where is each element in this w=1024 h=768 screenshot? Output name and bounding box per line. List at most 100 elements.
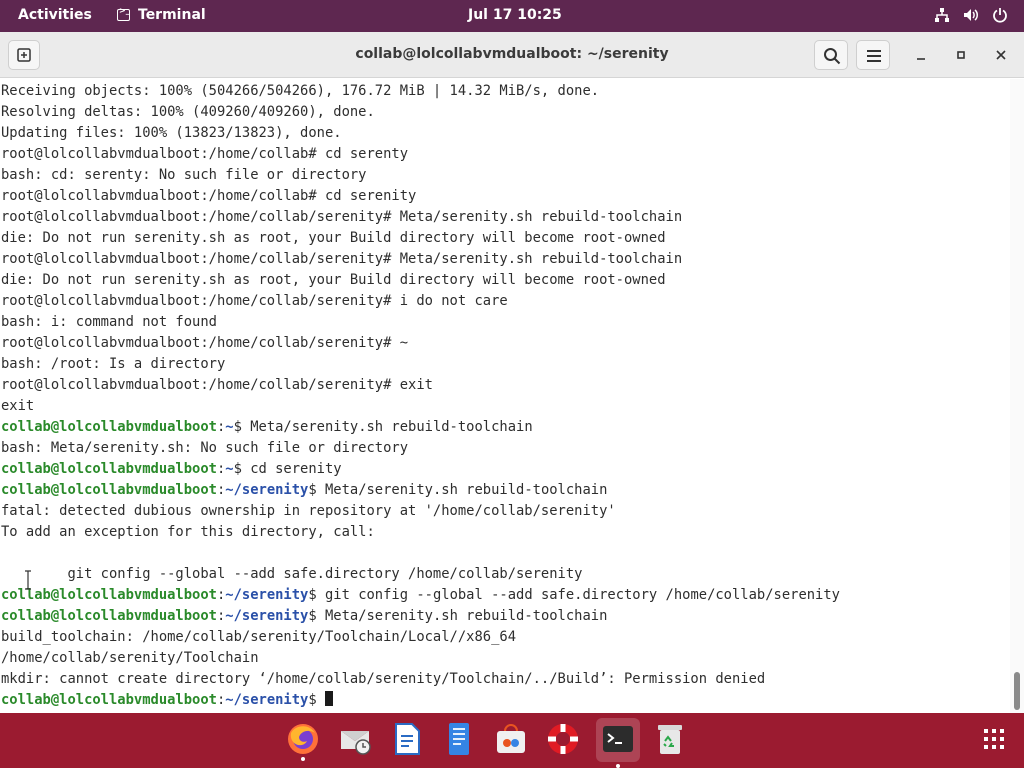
prompt-path: ~/serenity	[225, 692, 309, 708]
app-menu[interactable]: Terminal	[117, 6, 206, 23]
line-text: die: Do not run serenity.sh as root, you…	[1, 272, 666, 288]
terminal-app-icon	[117, 6, 130, 21]
terminal-line: bash: cd: serenty: No such file or direc…	[1, 165, 840, 186]
show-applications-icon[interactable]	[976, 721, 1012, 757]
trash-icon[interactable]	[652, 721, 688, 757]
search-button[interactable]	[814, 40, 848, 70]
terminal-line: To add an exception for this directory, …	[1, 522, 840, 543]
help-icon[interactable]	[545, 721, 581, 757]
line-text: root@lolcollabvmdualboot:/home/collab/se…	[1, 293, 508, 309]
minimize-icon	[917, 58, 925, 60]
terminal-cursor	[324, 691, 333, 706]
terminal-line: Resolving deltas: 100% (409260/409260), …	[1, 102, 840, 123]
prompt-user: collab@lolcollabvmdualboot	[1, 587, 217, 603]
dock	[0, 713, 1024, 768]
line-text: $ git config --global --add safe.directo…	[308, 587, 840, 603]
system-tray[interactable]	[934, 7, 1008, 23]
terminal-lines: Receiving objects: 100% (504266/504266),…	[1, 81, 840, 711]
terminal-line: die: Do not run serenity.sh as root, you…	[1, 270, 840, 291]
line-text: Updating files: 100% (13823/13823), done…	[1, 125, 342, 141]
line-text: die: Do not run serenity.sh as root, you…	[1, 230, 666, 246]
terminal-line: collab@lolcollabvmdualboot:~/serenity$ M…	[1, 480, 840, 501]
line-text: bash: i: command not found	[1, 314, 217, 330]
prompt-path: ~/serenity	[225, 587, 309, 603]
terminal-line: root@lolcollabvmdualboot:/home/collab/se…	[1, 375, 840, 396]
terminal-line: root@lolcollabvmdualboot:/home/collab/se…	[1, 333, 840, 354]
network-icon[interactable]	[934, 7, 950, 23]
line-text: root@lolcollabvmdualboot:/home/collab# c…	[1, 146, 409, 162]
line-text: root@lolcollabvmdualboot:/home/collab/se…	[1, 209, 683, 225]
menu-button[interactable]	[856, 40, 890, 70]
volume-icon[interactable]	[962, 7, 980, 23]
line-text: Receiving objects: 100% (504266/504266),…	[1, 83, 600, 99]
line-text: git config --global --add safe.directory…	[1, 566, 583, 582]
line-text: root@lolcollabvmdualboot:/home/collab# c…	[1, 188, 417, 204]
terminal-line: collab@lolcollabvmdualboot:~$ cd serenit…	[1, 459, 840, 480]
terminal-line: die: Do not run serenity.sh as root, you…	[1, 228, 840, 249]
top-bar: Activities Terminal Jul 17 10:25	[0, 0, 1024, 32]
terminal-line: collab@lolcollabvmdualboot:~$ Meta/seren…	[1, 417, 840, 438]
scrollbar-thumb[interactable]	[1014, 672, 1020, 710]
thunderbird-icon[interactable]	[337, 721, 373, 757]
maximize-icon	[957, 51, 965, 59]
terminal-line: root@lolcollabvmdualboot:/home/collab/se…	[1, 249, 840, 270]
line-text: $ Meta/serenity.sh rebuild-toolchain	[233, 419, 533, 435]
close-icon	[996, 50, 1006, 60]
terminal-line: /home/collab/serenity/Toolchain	[1, 648, 840, 669]
prompt-user: collab@lolcollabvmdualboot	[1, 692, 217, 708]
terminal-line: mkdir: cannot create directory ‘/home/co…	[1, 669, 840, 690]
prompt-user: collab@lolcollabvmdualboot	[1, 419, 217, 435]
line-text: To add an exception for this directory, …	[1, 524, 375, 540]
line-text: root@lolcollabvmdualboot:/home/collab/se…	[1, 251, 683, 267]
terminal-line: bash: Meta/serenity.sh: No such file or …	[1, 438, 840, 459]
window-header: collab@lolcollabvmdualboot: ~/serenity	[0, 32, 1024, 78]
power-icon[interactable]	[992, 7, 1008, 23]
line-text: fatal: detected dubious ownership in rep…	[1, 503, 616, 519]
line-text: root@lolcollabvmdualboot:/home/collab/se…	[1, 377, 433, 393]
line-text: $ Meta/serenity.sh rebuild-toolchain	[308, 608, 608, 624]
line-text: build_toolchain: /home/collab/serenity/T…	[1, 629, 516, 645]
terminal-line: collab@lolcollabvmdualboot:~/serenity$ g…	[1, 585, 840, 606]
maximize-button[interactable]	[949, 43, 973, 67]
prompt-path: ~	[225, 461, 234, 477]
prompt-user: collab@lolcollabvmdualboot	[1, 482, 217, 498]
terminal-line: Updating files: 100% (13823/13823), done…	[1, 123, 840, 144]
line-text: bash: Meta/serenity.sh: No such file or …	[1, 440, 409, 456]
terminal-line: collab@lolcollabvmdualboot:~/serenity$	[1, 690, 840, 711]
firefox-icon[interactable]	[285, 721, 321, 761]
prompt-path: ~	[225, 419, 234, 435]
libreoffice-writer-icon[interactable]	[389, 721, 425, 757]
terminal-line: root@lolcollabvmdualboot:/home/collab/se…	[1, 291, 840, 312]
terminal-line: bash: /root: Is a directory	[1, 354, 840, 375]
line-text: bash: cd: serenty: No such file or direc…	[1, 167, 367, 183]
close-button[interactable]	[989, 43, 1013, 67]
prompt-user: collab@lolcollabvmdualboot	[1, 608, 217, 624]
running-indicator	[616, 764, 620, 768]
hamburger-icon	[867, 50, 881, 62]
clock[interactable]: Jul 17 10:25	[468, 7, 562, 23]
scrollbar[interactable]	[1010, 79, 1024, 713]
terminal-line: Receiving objects: 100% (504266/504266),…	[1, 81, 840, 102]
text-editor-icon[interactable]	[441, 721, 477, 757]
line-text: $	[308, 692, 325, 708]
line-text: $ cd serenity	[233, 461, 342, 477]
search-icon	[824, 48, 841, 65]
terminal-line: root@lolcollabvmdualboot:/home/collab# c…	[1, 186, 840, 207]
minimize-button[interactable]	[909, 43, 933, 67]
terminal-line: exit	[1, 396, 840, 417]
prompt-user: collab@lolcollabvmdualboot	[1, 461, 217, 477]
running-indicator	[301, 757, 305, 761]
line-text: $ Meta/serenity.sh rebuild-toolchain	[308, 482, 608, 498]
software-center-icon[interactable]	[493, 721, 529, 757]
app-menu-label: Terminal	[138, 7, 206, 23]
line-text: mkdir: cannot create directory ‘/home/co…	[1, 671, 766, 687]
activities-button[interactable]: Activities	[18, 7, 92, 23]
terminal-line: fatal: detected dubious ownership in rep…	[1, 501, 840, 522]
prompt-path: ~/serenity	[225, 482, 309, 498]
terminal-line: collab@lolcollabvmdualboot:~/serenity$ M…	[1, 606, 840, 627]
terminal-line: bash: i: command not found	[1, 312, 840, 333]
terminal-icon[interactable]	[596, 718, 640, 768]
terminal-output[interactable]: Receiving objects: 100% (504266/504266),…	[0, 79, 1010, 713]
terminal-line: root@lolcollabvmdualboot:/home/collab/se…	[1, 207, 840, 228]
